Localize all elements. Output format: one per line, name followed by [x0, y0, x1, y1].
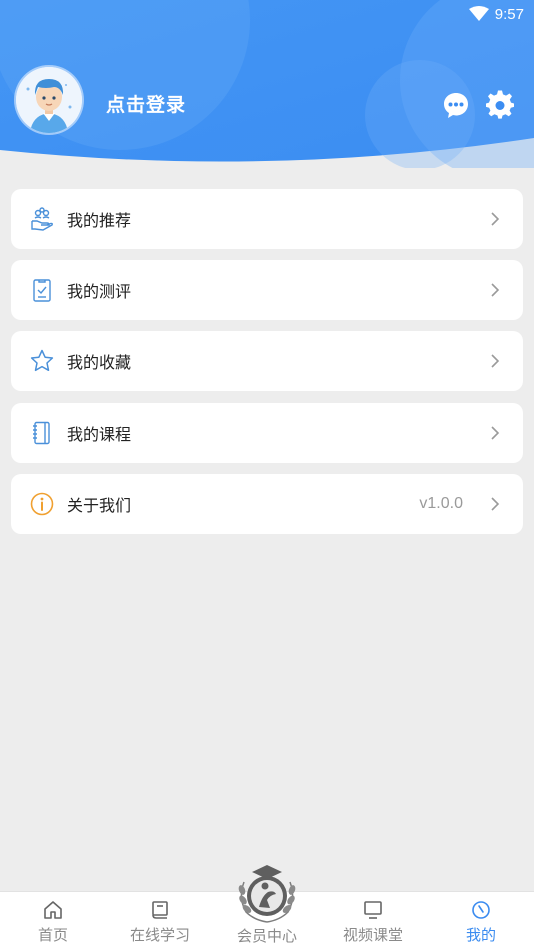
menu-item-about[interactable]: 关于我们 v1.0.0	[11, 474, 523, 534]
chevron-right-icon	[491, 212, 500, 226]
user-avatar-icon	[16, 67, 82, 133]
profile-header: 9:57 点击登录	[0, 0, 534, 168]
message-icon[interactable]	[441, 90, 471, 120]
menu-item-label: 关于我们	[67, 496, 132, 515]
menu-item-courses[interactable]: 我的课程	[11, 403, 523, 463]
notebook-icon	[33, 421, 50, 445]
header-background	[0, 0, 534, 168]
login-link[interactable]: 点击登录	[106, 90, 186, 117]
chevron-right-icon	[491, 283, 500, 297]
tab-online-learning[interactable]: 在线学习	[115, 892, 205, 950]
menu-item-label: 我的收藏	[67, 353, 132, 372]
menu-item-assessment[interactable]: 我的测评	[11, 260, 523, 320]
tab-member-center[interactable]: 会员中心	[222, 925, 312, 946]
home-icon	[44, 901, 62, 919]
app-version: v1.0.0	[419, 495, 463, 512]
status-bar: 9:57	[468, 0, 534, 28]
wifi-icon	[468, 6, 489, 21]
info-circle-icon	[30, 492, 54, 516]
avatar[interactable]	[16, 67, 82, 133]
status-time: 9:57	[494, 5, 524, 23]
menu-item-favorites[interactable]: 我的收藏	[11, 331, 523, 391]
menu-item-label: 我的推荐	[67, 211, 132, 230]
tab-video-class[interactable]: 视频课堂	[328, 892, 418, 950]
monitor-icon	[364, 901, 382, 919]
tab-label: 首页	[37, 926, 68, 944]
tab-label: 视频课堂	[342, 926, 403, 944]
tab-label: 我的	[465, 926, 496, 944]
clipboard-check-icon	[33, 279, 51, 302]
settings-gear-icon[interactable]	[485, 90, 515, 120]
hand-users-icon	[31, 207, 53, 231]
menu-item-recommend[interactable]: 我的推荐	[11, 189, 523, 249]
menu-item-label: 我的测评	[67, 282, 132, 301]
tab-home[interactable]: 首页	[8, 892, 98, 950]
tab-label: 在线学习	[129, 926, 190, 944]
emblem-icon[interactable]	[232, 862, 302, 924]
chevron-right-icon	[491, 354, 500, 368]
chevron-right-icon	[491, 497, 500, 511]
compass-icon	[472, 901, 490, 919]
chevron-right-icon	[491, 426, 500, 440]
tab-mine[interactable]: 我的	[436, 892, 526, 950]
book-icon	[152, 901, 168, 919]
star-icon	[30, 349, 54, 372]
menu-item-label: 我的课程	[67, 425, 132, 444]
